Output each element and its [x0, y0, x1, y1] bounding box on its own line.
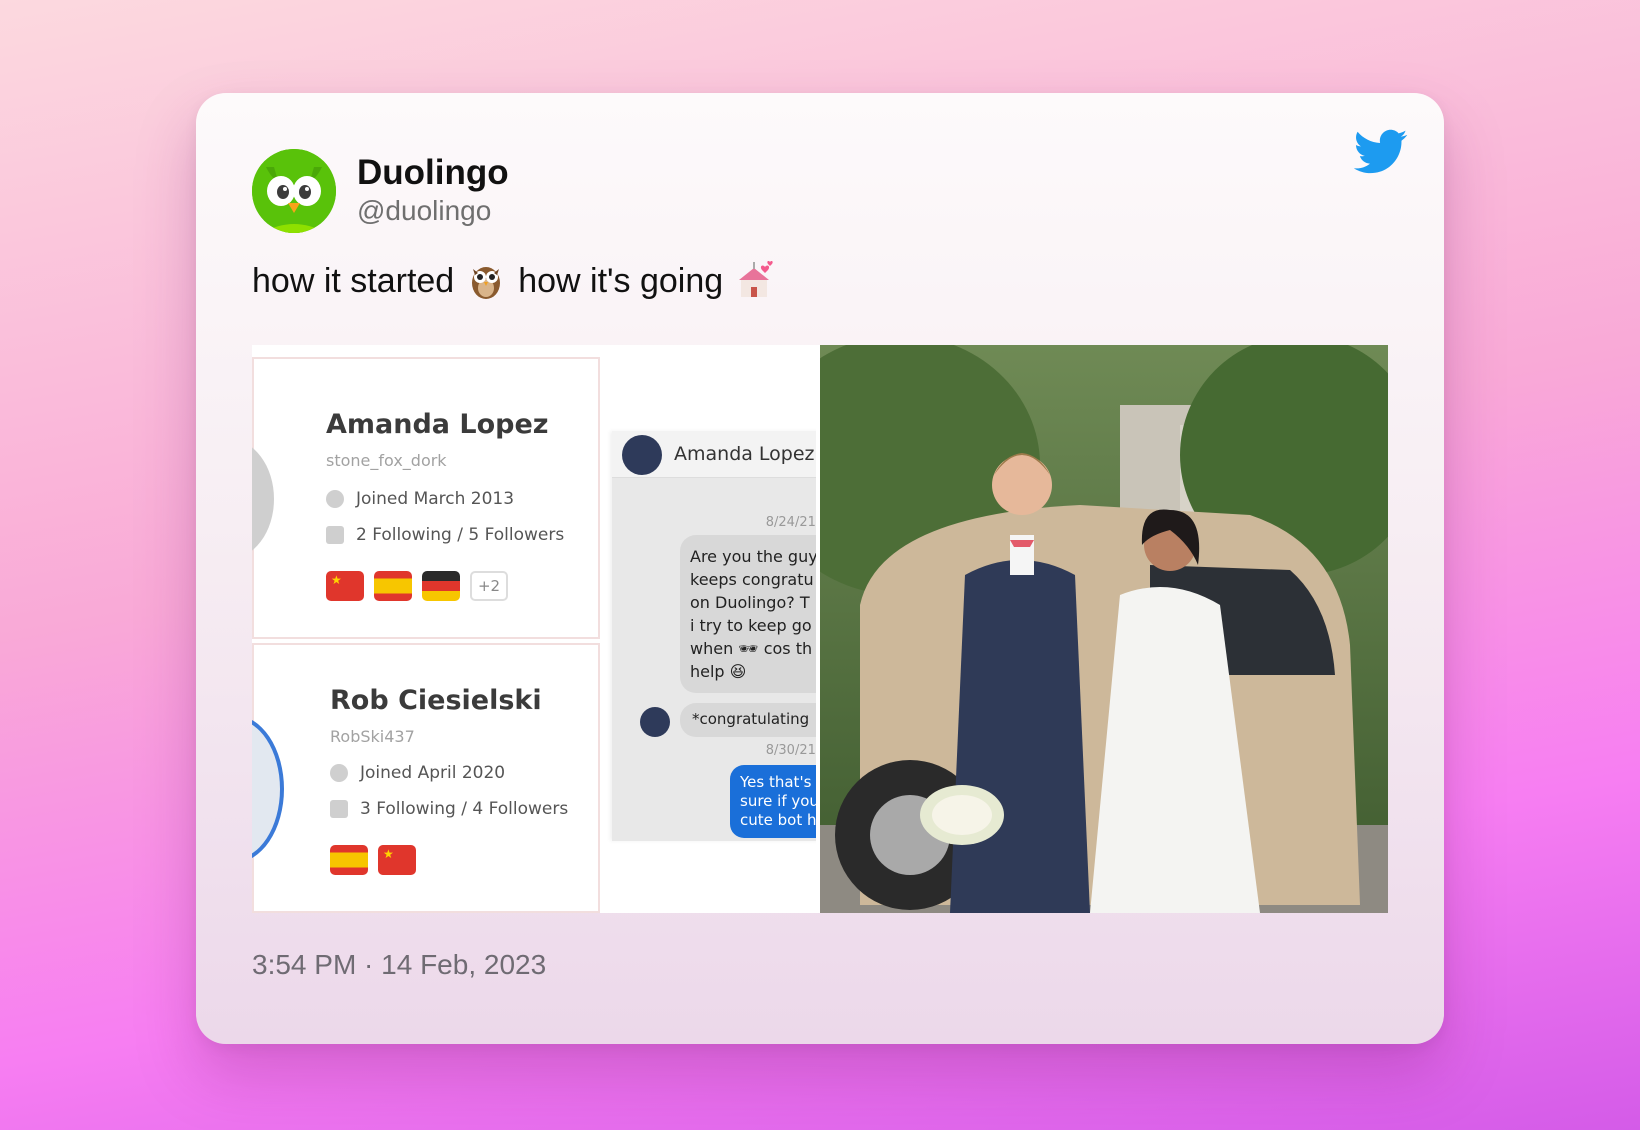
joined-text: Joined March 2013: [356, 489, 515, 509]
chat-date-2: 8/30/21,: [765, 743, 816, 758]
chat-message-out: Yes that's sure if you cute bot h: [730, 765, 816, 838]
owl-emoji-icon: [472, 267, 501, 299]
tweet-card: Duolingo @duolingo how it started how it…: [196, 93, 1444, 1044]
china-flag-icon: [326, 571, 364, 601]
twitter-bird-icon[interactable]: [1354, 129, 1408, 175]
tweet-media[interactable]: Amanda Lopez stone_fox_dork Joined March…: [252, 345, 1388, 913]
people-icon: [326, 526, 344, 544]
profile-avatar: [252, 439, 274, 559]
duo-owl-icon: [252, 149, 336, 233]
profile-joined: Joined April 2020: [330, 763, 505, 783]
profile-follow: 3 Following / 4 Followers: [330, 799, 568, 819]
spain-flag-icon: [374, 571, 412, 601]
language-flags: +2: [326, 571, 508, 601]
follow-text: 2 Following / 5 Followers: [356, 525, 565, 545]
chat-message-in-2: *congratulating: [680, 703, 816, 737]
spain-flag-icon: [330, 845, 368, 875]
profile-username: stone_fox_dork: [326, 451, 447, 470]
tweet-text-part1: how it started: [252, 261, 455, 300]
language-flags: [330, 845, 416, 875]
more-flags-badge: +2: [470, 571, 508, 601]
chat-avatar: [622, 435, 662, 475]
tweet-timestamp[interactable]: 3:54 PM · 14 Feb, 2023: [252, 949, 546, 981]
chat-message-in: Are you the guy keeps congratu on Duolin…: [680, 535, 816, 693]
chat-small-avatar: [640, 707, 670, 737]
profile-card-amanda: Amanda Lopez stone_fox_dork Joined March…: [252, 357, 600, 639]
profile-follow: 2 Following / 5 Followers: [326, 525, 564, 545]
profile-name: Rob Ciesielski: [330, 685, 542, 716]
clock-icon: [330, 764, 348, 782]
joined-text: Joined April 2020: [360, 763, 506, 783]
chat-screenshot: Amanda Lopez 8/24/21, Are you the guy ke…: [612, 431, 816, 841]
clock-icon: [326, 490, 344, 508]
profile-username: RobSki437: [330, 727, 415, 746]
germany-flag-icon: [422, 571, 460, 601]
follow-text: 3 Following / 4 Followers: [360, 799, 569, 819]
author-name[interactable]: Duolingo: [357, 153, 509, 193]
wedding-photo-icon: [820, 345, 1388, 913]
profile-avatar: [252, 715, 284, 863]
chat-header: Amanda Lopez: [612, 431, 816, 478]
how-its-going-image[interactable]: [820, 345, 1388, 913]
wedding-chapel-emoji-icon: [739, 261, 773, 297]
profile-name: Amanda Lopez: [326, 409, 549, 440]
duolingo-avatar[interactable]: [252, 149, 336, 233]
author-handle[interactable]: @duolingo: [357, 195, 491, 227]
tweet-text: how it started how it's going: [252, 261, 775, 301]
chat-date: 8/24/21,: [765, 515, 816, 530]
profile-joined: Joined March 2013: [326, 489, 514, 509]
china-flag-icon: [378, 845, 416, 875]
tweet-text-part2: how it's going: [518, 261, 724, 300]
chat-contact-name: Amanda Lopez: [674, 443, 815, 465]
how-it-started-image[interactable]: Amanda Lopez stone_fox_dork Joined March…: [252, 345, 816, 913]
people-icon: [330, 800, 348, 818]
profile-card-rob: Rob Ciesielski RobSki437 Joined April 20…: [252, 643, 600, 913]
